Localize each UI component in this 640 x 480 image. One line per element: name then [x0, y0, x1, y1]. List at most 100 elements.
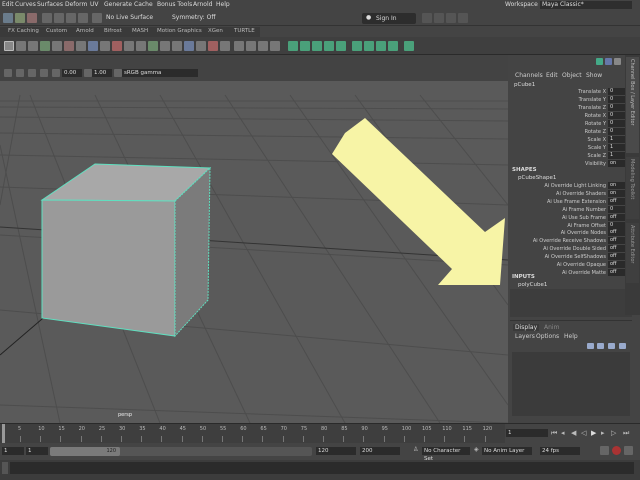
symmetry-dropdown[interactable]: Symmetry: Off [172, 14, 215, 21]
color-space-dropdown[interactable]: sRGB gamma [122, 69, 198, 77]
character-set-dropdown[interactable]: No Character Set [422, 447, 470, 462]
shelf-planar-map-icon[interactable] [300, 41, 310, 51]
channel-icon-c[interactable] [614, 58, 621, 65]
exposure-icon[interactable] [52, 69, 60, 77]
channels-menu[interactable]: Channels [515, 72, 543, 79]
new-layer-selected-icon[interactable] [619, 343, 626, 349]
shape-attribute-row[interactable]: Ai Override Nodes off [508, 229, 634, 237]
shelf-combine-icon[interactable] [88, 41, 98, 51]
channel-attribute-row[interactable]: Scale X1 [508, 136, 634, 144]
snap-surface-icon[interactable] [92, 13, 102, 23]
step-forward-frame-icon[interactable]: ▸ [601, 429, 605, 437]
snap-grid-icon[interactable] [42, 13, 52, 23]
shape-name[interactable]: pCubeShape1 [518, 175, 556, 181]
tab-turtle[interactable]: TURTLE [234, 28, 255, 34]
shelf-bevel-icon[interactable] [160, 41, 170, 51]
side-tab-channel-box[interactable]: Channel Box / Layer Editor [626, 57, 639, 153]
range-slider-handle[interactable]: 120 [50, 447, 120, 456]
snap-curve-icon[interactable] [54, 13, 64, 23]
range-end-field[interactable]: 120 [316, 447, 356, 455]
edit-menu[interactable]: Edit [546, 72, 558, 79]
help-menu[interactable]: Help [564, 333, 578, 340]
fps-dropdown[interactable]: 24 fps [540, 447, 580, 455]
shape-attribute-row[interactable]: Ai Override SelfShadows off [508, 253, 634, 261]
shape-attribute-row[interactable]: Ai Use Sub Frame off [508, 213, 634, 222]
color-management-icon[interactable] [114, 69, 122, 77]
channel-attribute-row[interactable]: Translate Y0 [508, 96, 634, 104]
show-menu[interactable]: Show [586, 72, 602, 79]
layer-down-icon[interactable] [597, 343, 604, 349]
channel-attribute-row[interactable]: Translate Z0 [508, 104, 634, 112]
shelf-multicut-icon[interactable] [196, 41, 206, 51]
tab-custom[interactable]: Custom [46, 28, 67, 34]
tab-anim[interactable]: Anim [544, 324, 559, 331]
textured-icon[interactable] [40, 69, 48, 77]
keying-icon[interactable] [600, 446, 609, 455]
render-icon[interactable] [422, 13, 432, 23]
shelf-quad-draw-icon[interactable] [258, 41, 268, 51]
shape-attribute-row[interactable]: Ai Override Light Linking on [508, 182, 634, 190]
shelf-boolean-icon[interactable] [112, 41, 122, 51]
shelf-uv-editor-icon[interactable] [288, 41, 298, 51]
menu-arnold[interactable]: Arnold [193, 1, 212, 8]
layers-menu[interactable]: Layers [515, 333, 535, 340]
menu-surfaces[interactable]: Surfaces [37, 1, 63, 8]
wireframe-icon[interactable] [16, 69, 24, 77]
time-ruler[interactable]: 5 10 15 20 25 30 35 40 45 50 55 60 65 70 75 80 85 90 95 100… [0, 424, 505, 443]
channel-attribute-row[interactable]: Rotate X0 [508, 112, 634, 120]
side-tab-modeling-toolkit[interactable]: Modeling Toolkit [626, 157, 639, 219]
tab-motion-graphics[interactable]: Motion Graphics [157, 28, 202, 34]
menu-bonus-tools[interactable]: Bonus Tools [157, 1, 192, 8]
tab-xgen[interactable]: XGen [208, 28, 223, 34]
shelf-symmetry-icon[interactable] [404, 41, 414, 51]
ipr-render-icon[interactable] [434, 13, 444, 23]
auto-key-icon[interactable] [612, 446, 621, 455]
shelf-spherical-map-icon[interactable] [324, 41, 334, 51]
shape-attribute-row[interactable]: Ai Override Double Sided off [508, 245, 634, 253]
step-back-frame-icon[interactable]: ◀ [571, 429, 576, 437]
shelf-separate-icon[interactable] [100, 41, 110, 51]
layer-up-icon[interactable] [587, 343, 594, 349]
exposure-field[interactable]: 0.00 [62, 69, 82, 77]
channel-attribute-row[interactable]: Translate X0 [508, 88, 634, 96]
shape-attribute-row[interactable]: Ai Override Opaque off [508, 261, 634, 269]
channel-attribute-row[interactable]: Rotate Y0 [508, 120, 634, 128]
menu-uv[interactable]: UV [90, 1, 99, 8]
workspace-dropdown[interactable]: Maya Classic* [540, 1, 632, 9]
time-slider[interactable]: 5 10 15 20 25 30 35 40 45 50 55 60 65 70 75 80 85 90 95 100… [0, 423, 640, 443]
anim-end-field[interactable]: 200 [360, 447, 400, 455]
tab-display[interactable]: Display [513, 324, 540, 331]
gamma-field[interactable]: 1.00 [92, 69, 112, 77]
gamma-icon[interactable] [84, 69, 92, 77]
step-forward-key-icon[interactable]: ▷ [611, 429, 616, 437]
preferences-icon[interactable] [624, 446, 633, 455]
sign-in-button[interactable]: ● Sign In [362, 13, 416, 24]
shape-attribute-row[interactable]: Ai Use Frame Extension off [508, 197, 634, 206]
shelf-offset-loop-icon[interactable] [246, 41, 256, 51]
tab-bifrost[interactable]: Bifrost [104, 28, 122, 34]
shape-attribute-row[interactable]: Ai Override Shaders on [508, 189, 634, 198]
channel-attribute-row[interactable]: Scale Z1 [508, 152, 634, 160]
channel-attribute-row[interactable]: Scale Y1 [508, 144, 634, 152]
range-slider[interactable]: 120 [50, 447, 312, 456]
object-menu[interactable]: Object [562, 72, 582, 79]
channel-icon-b[interactable] [605, 58, 612, 65]
select-by-hierarchy-icon[interactable] [3, 13, 13, 23]
hypershade-icon[interactable] [458, 13, 468, 23]
input-name[interactable]: polyCube1 [518, 282, 547, 288]
shelf-cube-icon[interactable] [16, 41, 26, 51]
tab-arnold[interactable]: Arnold [76, 28, 94, 34]
menu-generate[interactable]: Generate [104, 1, 132, 8]
anim-layer-icon[interactable]: ◈ [474, 446, 479, 453]
channel-icon-a[interactable] [596, 58, 603, 65]
menu-help[interactable]: Help [216, 1, 230, 8]
shape-attribute-row[interactable]: Ai Frame Offset 0 [508, 221, 634, 230]
shelf-insert-loop-icon[interactable] [234, 41, 244, 51]
channel-attribute-row[interactable]: Rotate Z0 [508, 128, 634, 136]
cube-front-face[interactable] [41, 199, 176, 337]
viewport-persp[interactable]: persp [0, 55, 508, 423]
anim-layer-dropdown[interactable]: No Anim Layer [482, 447, 532, 455]
new-layer-icon[interactable] [608, 343, 615, 349]
snap-plane-icon[interactable] [78, 13, 88, 23]
menu-cache[interactable]: Cache [134, 1, 153, 8]
